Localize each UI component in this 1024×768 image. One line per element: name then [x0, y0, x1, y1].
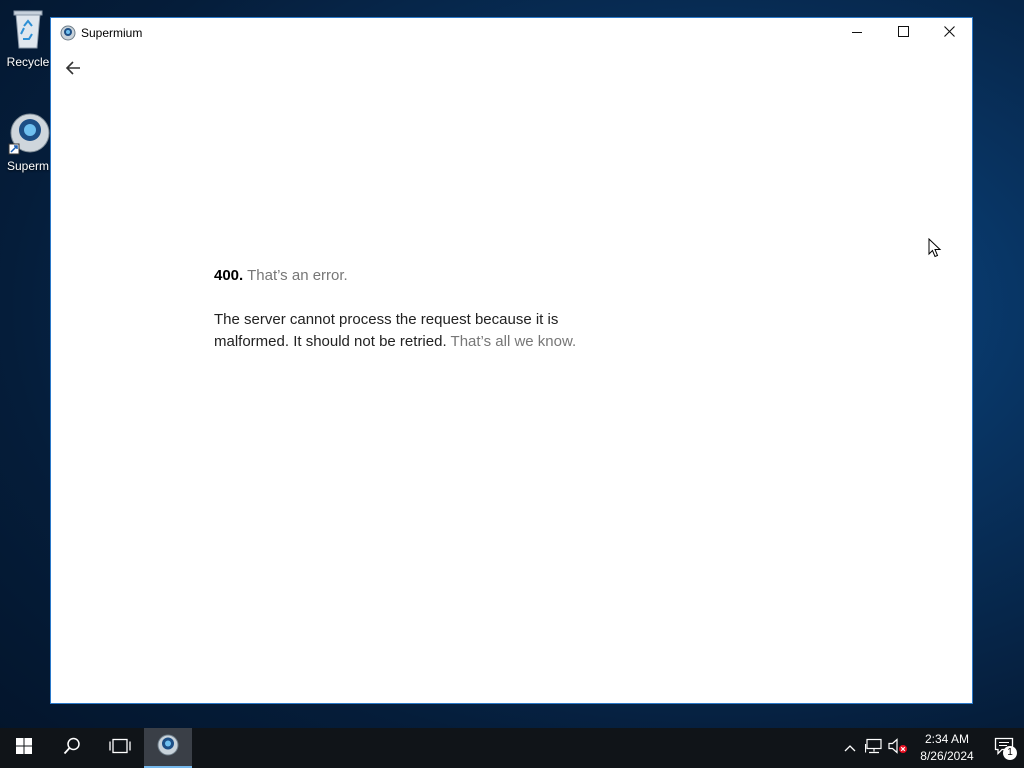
system-tray: 2:34 AM 8/26/2024 1: [838, 728, 1024, 768]
error-content: 400. That’s an error. The server cannot …: [214, 265, 614, 353]
clock-date: 8/26/2024: [920, 749, 974, 763]
error-short-message: That’s an error.: [247, 267, 348, 284]
desktop-icon-recycle-bin[interactable]: Recycle: [0, 6, 56, 69]
window-title: Supermium: [81, 26, 143, 40]
task-view-icon: [109, 738, 131, 759]
back-button[interactable]: [61, 58, 85, 82]
desktop-icon-label: Recycle: [6, 55, 50, 69]
error-body: The server cannot process the request be…: [214, 309, 614, 353]
search-button[interactable]: [48, 728, 96, 768]
start-button[interactable]: [0, 728, 48, 768]
window-titlebar[interactable]: Supermium: [51, 18, 972, 48]
taskbar: 2:34 AM 8/26/2024 1: [0, 728, 1024, 768]
close-button[interactable]: [926, 18, 972, 48]
clock-time: 2:34 AM: [924, 732, 970, 746]
action-center-button[interactable]: 1: [984, 728, 1024, 768]
window-controls: [834, 18, 972, 48]
notification-count-badge: 1: [1003, 746, 1017, 760]
error-trailer: That’s all we know.: [450, 333, 577, 350]
show-hidden-icons-button[interactable]: [838, 728, 862, 768]
error-code: 400.: [214, 267, 244, 284]
desktop-icon-label: Superm: [6, 159, 50, 173]
supermium-icon: [5, 110, 51, 159]
volume-button[interactable]: [886, 728, 910, 768]
network-button[interactable]: [862, 728, 886, 768]
taskbar-clock[interactable]: 2:34 AM 8/26/2024: [916, 731, 978, 765]
task-view-button[interactable]: [96, 728, 144, 768]
mouse-pointer-icon: [928, 237, 942, 263]
supermium-icon: [60, 25, 76, 41]
desktop-icon-supermium[interactable]: Superm: [0, 110, 56, 173]
windows-start-icon: [16, 737, 32, 759]
recycle-bin-icon: [8, 6, 48, 55]
maximize-icon: [897, 24, 909, 42]
network-icon: [864, 738, 883, 759]
taskbar-app-supermium[interactable]: [144, 728, 192, 768]
close-icon: [943, 24, 955, 42]
supermium-taskbar-icon: [156, 733, 180, 762]
minimize-button[interactable]: [834, 18, 880, 48]
maximize-button[interactable]: [880, 18, 926, 48]
back-arrow-icon: [65, 60, 81, 81]
error-heading: 400. That’s an error.: [214, 265, 614, 287]
volume-muted-icon: [888, 737, 908, 759]
chevron-up-icon: [844, 739, 856, 757]
search-icon: [63, 737, 81, 760]
minimize-icon: [852, 24, 862, 42]
browser-window: Supermium 400. That’s an error. The serv…: [50, 17, 973, 704]
